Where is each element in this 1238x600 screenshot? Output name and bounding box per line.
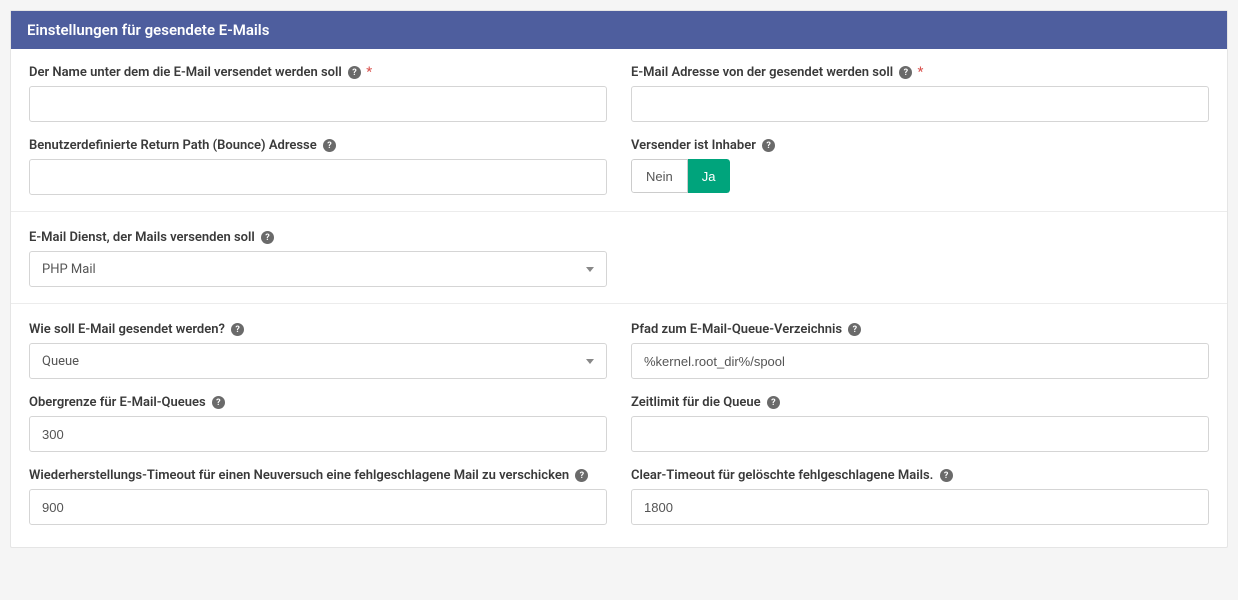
settings-panel: Einstellungen für gesendete E-Mails Der … bbox=[10, 10, 1228, 548]
recover-timeout-input[interactable] bbox=[29, 489, 607, 525]
panel-title: Einstellungen für gesendete E-Mails bbox=[11, 11, 1227, 49]
queue-limit-input[interactable] bbox=[29, 416, 607, 452]
help-icon[interactable]: ? bbox=[212, 396, 225, 409]
queue-path-label: Pfad zum E-Mail-Queue-Verzeichnis ? bbox=[631, 322, 1209, 337]
panel-body: Der Name unter dem die E-Mail versendet … bbox=[11, 49, 1227, 547]
help-icon[interactable]: ? bbox=[762, 139, 775, 152]
divider bbox=[11, 211, 1227, 212]
is-owner-toggle: Nein Ja bbox=[631, 159, 730, 193]
from-email-label: E-Mail Adresse von der gesendet werden s… bbox=[631, 65, 1209, 80]
mailer-select[interactable]: PHP Mail bbox=[29, 251, 607, 287]
help-icon[interactable]: ? bbox=[261, 231, 274, 244]
from-name-input[interactable] bbox=[29, 86, 607, 122]
label-text: Zeitlimit für die Queue bbox=[631, 395, 761, 410]
queue-limit-label: Obergrenze für E-Mail-Queues ? bbox=[29, 395, 607, 410]
label-text: Pfad zum E-Mail-Queue-Verzeichnis bbox=[631, 322, 842, 337]
help-icon[interactable]: ? bbox=[899, 66, 912, 79]
clear-timeout-input[interactable] bbox=[631, 489, 1209, 525]
return-path-input[interactable] bbox=[29, 159, 607, 195]
label-text: Benutzerdefinierte Return Path (Bounce) … bbox=[29, 138, 317, 153]
help-icon[interactable]: ? bbox=[231, 323, 244, 336]
from-name-label: Der Name unter dem die E-Mail versendet … bbox=[29, 65, 607, 80]
label-text: Wie soll E-Mail gesendet werden? bbox=[29, 322, 225, 337]
mailer-label: E-Mail Dienst, der Mails versenden soll … bbox=[29, 230, 607, 245]
help-icon[interactable]: ? bbox=[767, 396, 780, 409]
help-icon[interactable]: ? bbox=[848, 323, 861, 336]
queue-path-input[interactable] bbox=[631, 343, 1209, 379]
label-text: Der Name unter dem die E-Mail versendet … bbox=[29, 65, 342, 80]
from-email-input[interactable] bbox=[631, 86, 1209, 122]
is-owner-yes-button[interactable]: Ja bbox=[688, 159, 731, 193]
label-text: E-Mail Adresse von der gesendet werden s… bbox=[631, 65, 893, 80]
send-mode-select[interactable]: Queue bbox=[29, 343, 607, 379]
label-text: E-Mail Dienst, der Mails versenden soll bbox=[29, 230, 255, 245]
is-owner-no-button[interactable]: Nein bbox=[631, 159, 688, 193]
select-value: Queue bbox=[42, 354, 79, 369]
help-icon[interactable]: ? bbox=[348, 66, 361, 79]
divider bbox=[11, 303, 1227, 304]
required-indicator: * bbox=[918, 65, 924, 80]
label-text: Wiederherstellungs-Timeout für einen Neu… bbox=[29, 468, 569, 483]
help-icon[interactable]: ? bbox=[940, 469, 953, 482]
return-path-label: Benutzerdefinierte Return Path (Bounce) … bbox=[29, 138, 607, 153]
help-icon[interactable]: ? bbox=[323, 139, 336, 152]
queue-time-input[interactable] bbox=[631, 416, 1209, 452]
queue-time-label: Zeitlimit für die Queue ? bbox=[631, 395, 1209, 410]
help-icon[interactable]: ? bbox=[575, 469, 588, 482]
label-text: Versender ist Inhaber bbox=[631, 138, 756, 153]
label-text: Obergrenze für E-Mail-Queues bbox=[29, 395, 206, 410]
send-mode-label: Wie soll E-Mail gesendet werden? ? bbox=[29, 322, 607, 337]
is-owner-label: Versender ist Inhaber ? bbox=[631, 138, 1209, 153]
clear-timeout-label: Clear-Timeout für gelöschte fehlgeschlag… bbox=[631, 468, 1209, 483]
required-indicator: * bbox=[366, 65, 372, 80]
select-value: PHP Mail bbox=[42, 262, 96, 277]
recover-timeout-label: Wiederherstellungs-Timeout für einen Neu… bbox=[29, 468, 607, 483]
label-text: Clear-Timeout für gelöschte fehlgeschlag… bbox=[631, 468, 933, 483]
